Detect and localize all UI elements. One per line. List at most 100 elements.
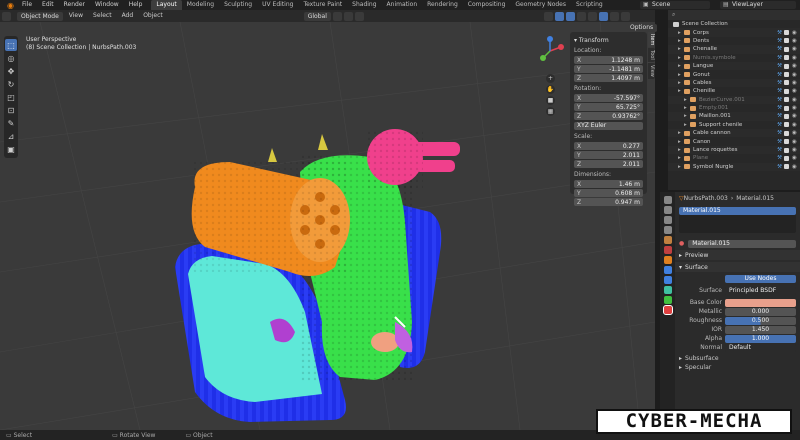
expand-arrow-icon[interactable]: ▸ (684, 113, 689, 119)
view-layer-selector[interactable]: ▤ ViewLayer (720, 1, 796, 9)
sidebar-tab-tool[interactable]: Tool (648, 48, 655, 63)
outliner-item[interactable]: ▸ Chenalle ⚒ ◉ (668, 45, 800, 54)
expand-arrow-icon[interactable]: ▸ (678, 63, 683, 69)
eye-icon[interactable]: ◉ (792, 139, 798, 145)
eye-icon[interactable]: ◉ (792, 155, 798, 161)
dimensions-x-field[interactable]: X 1.46 m (574, 180, 643, 188)
location-y-field[interactable]: Y -1.1481 m (574, 65, 643, 73)
zoom-icon[interactable]: + (546, 74, 555, 83)
visibility-checkbox[interactable] (784, 72, 789, 78)
preview-panel-header[interactable]: ▸ Preview (675, 250, 800, 260)
visibility-checkbox[interactable] (784, 46, 789, 52)
camera-view-icon[interactable]: ■ (546, 96, 555, 105)
eye-icon[interactable]: ◉ (792, 88, 798, 94)
viewport-menu-view[interactable]: View (65, 10, 87, 22)
modifier-wrench-icon[interactable]: ⚒ (777, 97, 782, 103)
outliner-item[interactable]: ▸ BezierCurve.001 ⚒ ◉ (668, 95, 800, 104)
eye-icon[interactable]: ◉ (792, 63, 798, 69)
outliner-item[interactable]: ▸ Dents ⚒ ◉ (668, 37, 800, 45)
render-props-icon[interactable] (663, 206, 672, 214)
visibility-checkbox[interactable] (784, 113, 789, 119)
expand-arrow-icon[interactable]: ▸ (678, 46, 683, 52)
shading-material-icon[interactable] (609, 11, 619, 21)
expand-arrow-icon[interactable]: ▸ (678, 147, 683, 153)
snap-icon[interactable] (343, 11, 353, 21)
visibility-checkbox[interactable] (784, 139, 789, 145)
outliner-item[interactable]: ▸ Langue ⚒ ◉ (668, 61, 800, 71)
outliner-item[interactable]: ▸ Symbol Nurgle ⚒ ◉ (668, 162, 800, 172)
modifier-wrench-icon[interactable]: ⚒ (777, 130, 782, 136)
expand-arrow-icon[interactable]: ▸ (684, 105, 689, 111)
outliner-item[interactable]: ▸ Plane ⚒ ◉ (668, 154, 800, 162)
expand-arrow-icon[interactable]: ▸ (678, 80, 683, 86)
rotation-x-field[interactable]: X -57.597° (574, 94, 643, 102)
eye-icon[interactable]: ◉ (792, 30, 798, 36)
modifier-wrench-icon[interactable]: ⚒ (777, 105, 782, 111)
outliner-item[interactable]: ▸ Support chenile ⚒ ◉ (668, 121, 800, 129)
object-props-icon[interactable] (663, 256, 672, 264)
xray-icon[interactable] (576, 11, 586, 21)
ortho-toggle-icon[interactable]: ▦ (546, 107, 555, 116)
mode-dropdown[interactable]: Object Mode (17, 11, 63, 21)
workspace-tab-uv-editing[interactable]: UV Editing (257, 0, 298, 10)
viewport-menu-object[interactable]: Object (139, 10, 167, 22)
expand-arrow-icon[interactable]: ▸ (684, 97, 689, 103)
surface-panel-header[interactable]: ▾ Surface (675, 262, 800, 272)
location-z-field[interactable]: Z 1.4097 m (574, 74, 643, 82)
constraint-props-icon[interactable] (663, 286, 672, 294)
modifier-props-icon[interactable] (663, 266, 672, 274)
scene-selector[interactable]: ▣ Scene (640, 1, 710, 9)
modifier-wrench-icon[interactable]: ⚒ (777, 147, 782, 153)
view-layer-props-icon[interactable] (663, 226, 672, 234)
menu-file[interactable]: File (17, 0, 37, 10)
modifier-wrench-icon[interactable]: ⚒ (777, 88, 782, 94)
modifier-wrench-icon[interactable]: ⚒ (777, 46, 782, 52)
material-name-field[interactable]: Material.015 (688, 239, 796, 248)
modifier-wrench-icon[interactable]: ⚒ (777, 139, 782, 145)
outliner-search-icon[interactable]: ⌕ (672, 11, 675, 19)
shading-rendered-icon[interactable] (620, 11, 630, 21)
navigation-gizmo[interactable] (535, 36, 565, 66)
visibility-checkbox[interactable] (784, 38, 789, 44)
modifier-wrench-icon[interactable]: ⚒ (777, 164, 782, 170)
eye-icon[interactable]: ◉ (792, 147, 798, 153)
surface-shader-field[interactable]: Principled BSDF (725, 286, 796, 295)
use-nodes-button[interactable]: Use Nodes (725, 274, 796, 283)
specular-subpanel[interactable]: ▸ Specular (675, 363, 800, 372)
modifier-wrench-icon[interactable]: ⚒ (777, 72, 782, 78)
transform-tool-icon[interactable]: ⊡ (5, 104, 17, 116)
rotation-y-field[interactable]: Y 65.725° (574, 103, 643, 111)
blender-logo-icon[interactable]: ◉ (4, 1, 17, 10)
eye-icon[interactable]: ◉ (792, 55, 798, 61)
material-selector[interactable]: ● Material.015 (675, 239, 800, 248)
eye-icon[interactable]: ◉ (792, 46, 798, 52)
visibility-checkbox[interactable] (784, 63, 789, 69)
measure-tool-icon[interactable]: ⊿ (5, 130, 17, 142)
outliner-root[interactable]: Scene Collection (668, 20, 800, 28)
outliner-item[interactable]: ▸ Nurnis.symbole ⚒ ◉ (668, 54, 800, 62)
data-props-icon[interactable] (663, 296, 672, 304)
scale-y-field[interactable]: Y 2.011 (574, 151, 643, 159)
pivot-icon[interactable] (332, 11, 342, 21)
base-color-swatch[interactable] (725, 298, 796, 307)
orientation-dropdown[interactable]: Global (303, 11, 331, 21)
rotation-z-field[interactable]: Z 0.93762° (574, 112, 643, 120)
metallic-field[interactable]: 0.000 (725, 307, 796, 316)
workspace-tab-rendering[interactable]: Rendering (422, 0, 463, 10)
workspace-tab-shading[interactable]: Shading (347, 0, 381, 10)
rotation-mode-dropdown[interactable]: XYZ Euler (574, 122, 643, 130)
visibility-checkbox[interactable] (784, 147, 789, 153)
material-slot[interactable]: Material.015 (679, 207, 796, 215)
scene-props-icon[interactable] (663, 236, 672, 244)
expand-arrow-icon[interactable]: ▸ (678, 164, 683, 170)
material-props-icon[interactable] (662, 305, 673, 315)
workspace-tab-texture-paint[interactable]: Texture Paint (298, 0, 347, 10)
outliner-item[interactable]: ▸ Cable cannon ⚒ ◉ (668, 129, 800, 138)
workspace-tab-compositing[interactable]: Compositing (463, 0, 511, 10)
outliner-item[interactable]: ▸ Gonut ⚒ ◉ (668, 70, 800, 78)
subsurface-subpanel[interactable]: ▸ Subsurface (675, 354, 800, 363)
modifier-wrench-icon[interactable]: ⚒ (777, 155, 782, 161)
transform-section-header[interactable]: ▾ Transform (574, 37, 643, 44)
workspace-tab-modeling[interactable]: Modeling (182, 0, 219, 10)
workspace-tab-sculpting[interactable]: Sculpting (219, 0, 257, 10)
